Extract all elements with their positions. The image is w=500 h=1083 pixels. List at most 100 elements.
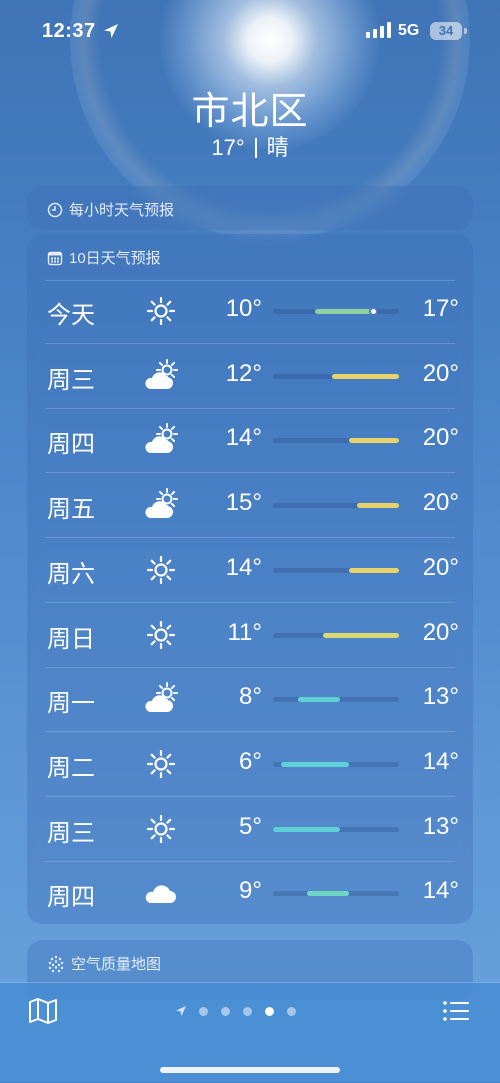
sun-icon — [143, 553, 179, 587]
forecast-high: 14° — [422, 877, 459, 905]
bottom-toolbar — [0, 982, 500, 1083]
temperature-range-bar — [273, 373, 399, 379]
forecast-high: 20° — [422, 489, 459, 517]
temperature-range-bar — [273, 891, 399, 897]
forecast-row: 周二 6° 14° — [45, 733, 459, 797]
status-time: 12:37 — [42, 20, 96, 42]
forecast-day: 周日 — [47, 625, 95, 653]
temperature-range-bar — [273, 632, 399, 638]
forecast-day: 周二 — [47, 754, 95, 782]
forecast-low: 14° — [225, 553, 262, 581]
forecast-day: 周五 — [47, 496, 95, 524]
temperature-range-bar — [273, 307, 399, 316]
hourly-forecast-header: 每小时天气预报 — [47, 199, 174, 220]
current-condition: 晴 — [266, 135, 289, 160]
city-name: 市北区 — [191, 91, 309, 133]
ten-day-forecast-header: 10日天气预报 — [47, 247, 161, 268]
forecast-day: 周一 — [47, 690, 95, 718]
cellular-signal-icon — [366, 22, 391, 38]
air-quality-icon — [48, 955, 64, 972]
forecast-low: 5° — [239, 812, 262, 840]
temperature-range-fill — [281, 761, 349, 767]
temperature-range-fill — [348, 438, 399, 444]
forecast-high: 20° — [422, 359, 459, 387]
partly-cloudy-icon — [143, 682, 179, 716]
temperature-range-bar — [273, 761, 399, 767]
forecast-day: 今天 — [47, 302, 95, 329]
forecast-low: 6° — [239, 747, 262, 775]
forecast-day: 周四 — [47, 884, 95, 912]
network-type: 5G — [398, 22, 420, 39]
forecast-low: 12° — [225, 359, 262, 387]
temperature-range-bar — [273, 503, 399, 509]
forecast-day: 周六 — [47, 560, 95, 588]
partly-cloudy-icon — [143, 488, 179, 522]
forecast-row: 周三 5° 13° — [45, 798, 459, 862]
ten-day-forecast-title: 10日天气预报 — [69, 250, 161, 267]
forecast-row: 周三 12° 20° — [45, 345, 459, 409]
sun-icon — [143, 812, 179, 846]
temperature-range-fill — [273, 826, 341, 832]
temperature-range-fill — [306, 891, 349, 897]
forecast-row: 周六 14° 20° — [45, 539, 459, 603]
temperature-range-fill — [315, 309, 374, 314]
forecast-high: 20° — [422, 553, 459, 581]
page-indicator[interactable] — [175, 1005, 296, 1017]
page-dots — [199, 1006, 296, 1016]
sun-icon — [143, 618, 179, 652]
home-indicator — [160, 1067, 340, 1073]
ten-day-forecast-card: 10日天气预报 今天 10° 17° 周三 12° 20° 周四 14° 20° 周五 15°… — [27, 234, 473, 924]
partly-cloudy-icon — [143, 358, 179, 393]
page-dot[interactable] — [265, 1006, 274, 1016]
forecast-high: 13° — [422, 683, 459, 711]
temperature-range-bar — [273, 438, 399, 444]
forecast-day: 周三 — [47, 819, 95, 847]
forecast-high: 14° — [422, 747, 459, 775]
page-dot[interactable] — [199, 1006, 208, 1016]
sun-icon — [143, 294, 179, 328]
header-divider — [45, 280, 455, 281]
page-dot[interactable] — [243, 1006, 252, 1016]
page-dot[interactable] — [287, 1006, 296, 1016]
temperature-range-bar — [273, 826, 399, 832]
forecast-low: 10° — [225, 295, 262, 322]
status-bar: 12:37 5G 34 — [0, 0, 500, 66]
forecast-day: 周三 — [47, 366, 95, 394]
clock-icon — [47, 202, 63, 217]
forecast-low: 8° — [239, 683, 262, 711]
temperature-range-fill — [348, 567, 399, 573]
hourly-forecast-title: 每小时天气预报 — [69, 202, 175, 219]
hourly-forecast-card[interactable]: 每小时天气预报 — [27, 186, 473, 230]
temperature-range-fill — [357, 503, 399, 509]
cloud-icon — [143, 876, 179, 910]
forecast-low: 11° — [227, 618, 262, 646]
forecast-row: 周日 11° 20° — [45, 604, 459, 668]
forecast-high: 20° — [422, 424, 459, 452]
forecast-row: 周四 14° 20° — [45, 409, 459, 474]
calendar-icon — [47, 251, 63, 265]
battery-level: 34 — [430, 22, 462, 40]
location-arrow-icon — [104, 24, 118, 38]
temperature-range-fill — [331, 373, 399, 379]
current-temperature: 17° — [211, 135, 245, 160]
temperature-range-fill — [323, 632, 399, 638]
forecast-high: 17° — [422, 295, 459, 322]
forecast-low: 9° — [239, 877, 262, 905]
forecast-row: 今天 10° 17° — [45, 280, 459, 344]
temperature-range-bar — [273, 697, 399, 703]
sun-icon — [143, 747, 179, 781]
location-arrow-icon — [176, 1006, 186, 1016]
temperature-range-fill — [298, 697, 341, 703]
air-quality-header: 空气质量地图 — [47, 953, 161, 974]
page-dot[interactable] — [221, 1006, 230, 1016]
forecast-high: 20° — [422, 618, 459, 646]
forecast-day: 周四 — [47, 431, 95, 459]
forecast-high: 13° — [422, 812, 459, 840]
separator — [254, 138, 257, 158]
battery-tip — [464, 28, 467, 34]
current-conditions: 17° 晴 — [0, 130, 500, 162]
temperature-range-bar — [273, 567, 399, 573]
map-icon[interactable] — [28, 997, 58, 1025]
city-list-icon[interactable] — [442, 999, 470, 1023]
forecast-row: 周四 9° 14° — [45, 862, 459, 926]
